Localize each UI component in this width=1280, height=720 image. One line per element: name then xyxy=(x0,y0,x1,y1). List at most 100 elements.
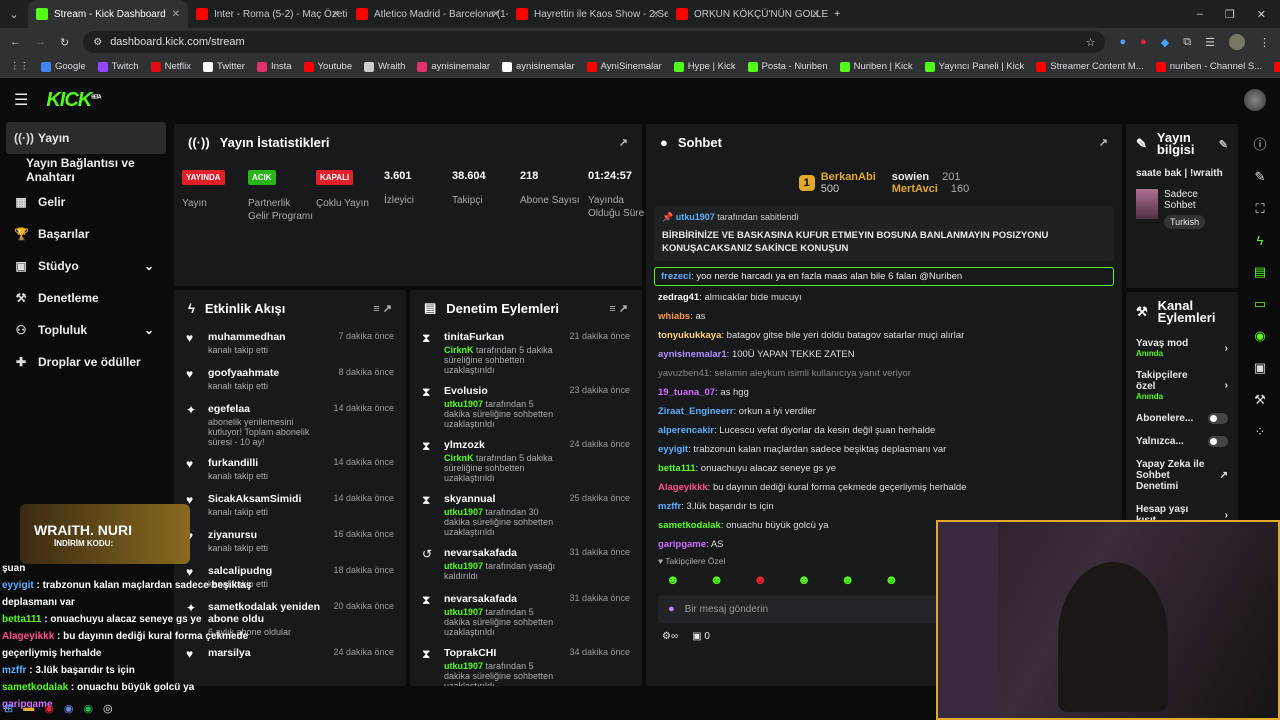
bookmark-label[interactable]: Streamer Content M... xyxy=(1050,61,1143,72)
kick-logo[interactable]: KICKBETA xyxy=(46,89,101,112)
emote-icon[interactable]: ☻ xyxy=(884,572,898,587)
pinned-by-user[interactable]: utku1907 xyxy=(676,212,715,222)
bookmark-item[interactable]: Hype | Kick xyxy=(673,61,736,72)
restore-icon[interactable]: ❐ xyxy=(1225,8,1235,21)
popout-icon[interactable]: ↗ xyxy=(619,136,628,149)
chat-username[interactable]: whiabs xyxy=(658,311,690,322)
bookmark-item[interactable]: aynisinemalar xyxy=(417,61,490,72)
chat-username[interactable]: sametkodalak xyxy=(658,520,721,531)
forward-icon[interactable]: → xyxy=(35,36,46,48)
activity-username[interactable]: muhammedhan xyxy=(208,331,328,343)
emote-icon[interactable]: ☻ xyxy=(666,572,680,587)
profile-avatar[interactable] xyxy=(1229,34,1245,50)
more-icon[interactable]: ⁘ xyxy=(1255,424,1266,440)
browser-tab[interactable]: Atletico Madrid - Barcelona (1- ✕ xyxy=(348,0,508,28)
channel-action-item[interactable]: Takipçilere özel Anında › xyxy=(1126,364,1238,407)
bookmark-label[interactable]: Wraith xyxy=(378,61,405,72)
bookmark-item[interactable]: Twitch xyxy=(97,61,139,72)
reload-icon[interactable]: ↻ xyxy=(60,36,69,49)
moderator-name[interactable]: utku1907 xyxy=(444,561,483,571)
browser-tab[interactable]: Stream - Kick Dashboard ✕ xyxy=(28,0,188,28)
leader-name[interactable]: BerkanAbi xyxy=(821,171,876,183)
back-icon[interactable]: ← xyxy=(10,36,21,48)
bookmark-item[interactable]: AyniSinemalar xyxy=(586,61,662,72)
moderator-name[interactable]: utku1907 xyxy=(444,607,483,617)
bookmark-label[interactable]: Hype | Kick xyxy=(688,61,736,72)
bookmark-item[interactable]: Twitter xyxy=(202,61,245,72)
moderated-username[interactable]: skyannual xyxy=(444,493,559,505)
close-tab-icon[interactable]: ✕ xyxy=(332,9,340,20)
emote-icon[interactable]: ☻ xyxy=(753,572,767,587)
moderated-username[interactable]: ToprakCHI xyxy=(444,647,559,659)
edit-icon[interactable]: ✎ xyxy=(1255,169,1266,185)
bookmark-item[interactable]: Netflix xyxy=(150,61,191,72)
tab-title[interactable]: Atletico Madrid - Barcelona (1- xyxy=(374,9,508,20)
chat-username[interactable]: mzffr xyxy=(658,501,681,512)
browser-tab[interactable]: Hayrettin ile Kaos Show - 2.Sez ✕ xyxy=(508,0,668,28)
document-icon[interactable]: ▤ xyxy=(1254,264,1266,280)
chat-username[interactable]: zedrag41 xyxy=(658,292,699,303)
new-tab-icon[interactable]: + xyxy=(834,8,840,20)
close-tab-icon[interactable]: ✕ xyxy=(172,9,180,20)
bookmark-item[interactable]: Nuriben | Kick xyxy=(839,61,913,72)
bookmark-label[interactable]: Youtube xyxy=(318,61,353,72)
apps-grid-icon[interactable]: ⋮⋮ xyxy=(10,61,29,72)
bookmark-item[interactable]: Wraith xyxy=(364,61,405,72)
bookmark-label[interactable]: Netflix xyxy=(165,61,191,72)
url-field[interactable]: ⚙ dashboard.kick.com/stream ☆ xyxy=(83,31,1106,53)
channel-action-item[interactable]: Abonelere... xyxy=(1126,407,1238,430)
toggle-switch[interactable] xyxy=(1208,413,1228,424)
close-window-icon[interactable]: ✕ xyxy=(1257,8,1266,21)
site-info-icon[interactable]: ⚙ xyxy=(93,37,102,48)
bolt-icon[interactable]: ϟ xyxy=(1257,233,1264,248)
bookmark-item[interactable]: Google xyxy=(41,61,86,72)
bookmark-item[interactable]: Posta - Nuriben xyxy=(747,61,828,72)
browser-menu-icon[interactable]: ⋮ xyxy=(1259,36,1270,49)
chevron-right-icon[interactable]: › xyxy=(1225,343,1228,354)
folder-icon[interactable]: ▬ xyxy=(23,702,34,714)
close-tab-icon[interactable]: ✕ xyxy=(492,9,500,20)
chat-username[interactable]: aynisinemalar1 xyxy=(658,349,727,360)
close-tab-icon[interactable]: ✕ xyxy=(652,9,660,20)
moderator-name[interactable]: utku1907 xyxy=(444,507,483,517)
bookmark-label[interactable]: Yayıncı Paneli | Kick xyxy=(939,61,1025,72)
chat-username[interactable]: eyyigit xyxy=(658,444,688,455)
close-tab-icon[interactable]: ✕ xyxy=(812,9,820,20)
chevron-right-icon[interactable]: › xyxy=(1225,380,1228,391)
emote-icon[interactable]: ☻ xyxy=(710,572,724,587)
bookmark-star-icon[interactable]: ☆ xyxy=(1086,36,1096,49)
windows-icon[interactable]: ⊞ xyxy=(4,702,13,715)
bookmark-item[interactable]: Insta xyxy=(256,61,292,72)
user-avatar[interactable] xyxy=(1244,89,1266,111)
chat-username[interactable]: frezeci xyxy=(661,271,691,282)
info-icon[interactable]: ⓘ xyxy=(1253,134,1266,153)
microphone-icon[interactable]: ● xyxy=(668,603,675,615)
moderated-username[interactable]: Evolusio xyxy=(444,385,559,397)
sidebar-item[interactable]: ✚ Droplar ve ödüller xyxy=(0,346,172,378)
spotify-icon[interactable]: ◉ xyxy=(83,702,93,715)
bookmark-label[interactable]: nuriben - Channel S... xyxy=(1170,61,1262,72)
sidebar-item[interactable]: ▣ Stüdyo ⌄ xyxy=(0,250,172,282)
chat-username[interactable]: alperencakir xyxy=(658,425,714,436)
sidebar-item[interactable]: ⚇ Topluluk ⌄ xyxy=(0,314,172,346)
leader-name[interactable]: sowien xyxy=(892,171,929,183)
extension-icon[interactable]: ● xyxy=(1140,36,1147,48)
channel-action-item[interactable]: Yalnızca... xyxy=(1126,430,1238,453)
info-card-icon[interactable]: ▣ xyxy=(1254,360,1266,376)
bookmark-item[interactable]: Youtube xyxy=(303,61,353,72)
broadcast-icon[interactable]: ◉ xyxy=(1254,328,1265,344)
hammer-icon[interactable]: ⚒ xyxy=(1254,392,1266,408)
channel-action-item[interactable]: Yapay Zeka ile Sohbet Denetimi ↗ xyxy=(1126,453,1238,498)
activity-username[interactable]: furkandilli xyxy=(208,457,323,469)
sidebar-item[interactable]: 🏆 Başarılar xyxy=(0,218,172,250)
category-name[interactable]: Sadece Sohbet xyxy=(1164,189,1224,211)
chat-input-placeholder[interactable]: Bir mesaj gönderin xyxy=(685,604,768,615)
moderated-username[interactable]: tinitaFurkan xyxy=(444,331,559,343)
reading-list-icon[interactable]: ☰ xyxy=(1205,36,1215,49)
popout-icon[interactable]: ↗ xyxy=(1099,136,1108,149)
bookmark-label[interactable]: aynisinemalar xyxy=(431,61,490,72)
bookmark-label[interactable]: Insta xyxy=(271,61,292,72)
sidebar-item[interactable]: Yayın Bağlantısı ve Anahtarı xyxy=(0,154,172,186)
moderator-name[interactable]: utku1907 xyxy=(444,661,483,671)
bookmark-item[interactable]: Aynı Sinemalar - Ça... xyxy=(1274,61,1280,72)
